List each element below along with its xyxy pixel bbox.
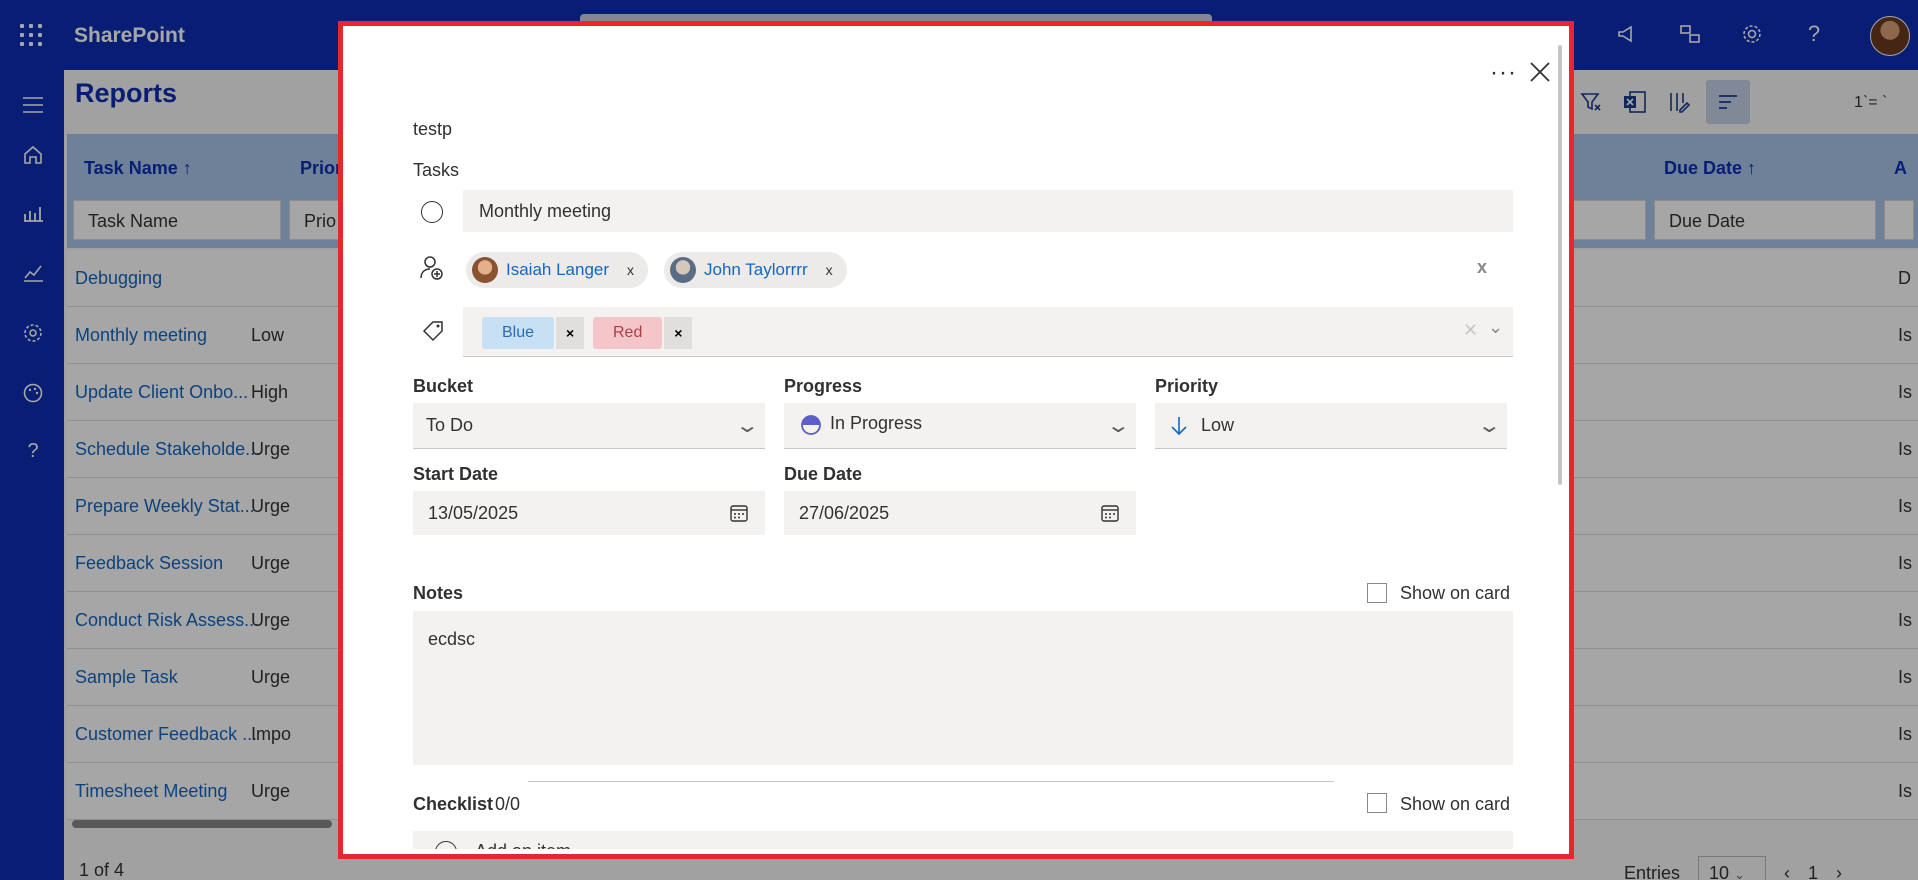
chevron-down-icon: ⌄: [1476, 415, 1502, 437]
task-title-field[interactable]: Monthly meeting: [463, 190, 1513, 232]
in-progress-icon: [800, 414, 822, 441]
assignee-chip[interactable]: John Taylorrrr x: [664, 252, 847, 288]
label-chip-blue[interactable]: Blue ×: [482, 317, 585, 349]
remove-assignee-button[interactable]: x: [627, 262, 634, 278]
notes-show-on-card-label: Show on card: [1400, 583, 1511, 603]
priority-dropdown[interactable]: Low ⌄: [1155, 403, 1507, 449]
clear-assignees-button[interactable]: x: [1477, 257, 1487, 278]
chevron-down-icon: ⌄: [1105, 415, 1131, 437]
complete-task-icon[interactable]: [421, 201, 443, 223]
notes-value: ecdsc: [428, 629, 476, 649]
assign-person-icon[interactable]: [420, 255, 444, 286]
bucket-value: To Do: [426, 415, 474, 435]
calendar-icon[interactable]: [1100, 503, 1120, 528]
start-date-value: 13/05/2025: [428, 503, 519, 523]
task-details-dialog-frame: ··· testp Tasks Monthly meeting Isaiah L…: [338, 21, 1574, 859]
priority-value: Low: [1201, 415, 1235, 435]
clear-labels-icon[interactable]: ✕: [1463, 320, 1478, 341]
tasks-label: Tasks: [413, 160, 460, 180]
label-chip-red[interactable]: Red ×: [593, 317, 693, 349]
notes-textarea[interactable]: ecdsc: [413, 611, 1513, 765]
checklist-show-on-card-checkbox[interactable]: [1367, 793, 1387, 813]
assignee-avatar: [670, 257, 696, 283]
chevron-down-icon: ⌄: [734, 415, 760, 437]
close-icon[interactable]: [1526, 61, 1554, 89]
plan-name: testp: [413, 119, 453, 139]
notes-show-on-card-checkbox[interactable]: [1367, 583, 1387, 603]
progress-label: Progress: [784, 376, 863, 396]
checklist-progress-line: [528, 781, 1334, 782]
start-date-label: Start Date: [413, 464, 499, 484]
assignee-chip[interactable]: Isaiah Langer x: [466, 252, 649, 288]
label-name: Blue: [482, 317, 555, 349]
bucket-dropdown[interactable]: To Do ⌄: [413, 403, 765, 449]
add-item-placeholder: Add an item: [475, 841, 571, 849]
progress-value: In Progress: [830, 413, 923, 433]
dialog-scrollbar[interactable]: [1558, 45, 1562, 485]
add-checklist-item-field[interactable]: Add an item: [413, 831, 1513, 849]
task-title-value: Monthly meeting: [479, 201, 612, 221]
due-date-picker[interactable]: 27/06/2025: [784, 491, 1136, 535]
calendar-icon[interactable]: [729, 503, 749, 528]
arrow-down-icon: [1169, 415, 1189, 442]
checklist-show-on-card-label: Show on card: [1400, 794, 1511, 814]
notes-label: Notes: [413, 583, 464, 603]
task-details-dialog: ··· testp Tasks Monthly meeting Isaiah L…: [348, 31, 1564, 849]
label-name: Red: [593, 317, 663, 349]
checklist-label: Checklist: [413, 794, 494, 814]
progress-dropdown[interactable]: In Progress ⌄: [784, 403, 1136, 449]
checklist-count: 0/0: [495, 794, 521, 814]
due-date-label: Due Date: [784, 464, 863, 484]
priority-label: Priority: [1155, 376, 1219, 396]
due-date-value: 27/06/2025: [799, 503, 890, 523]
checklist-item-circle-icon: [435, 841, 457, 849]
remove-label-button[interactable]: ×: [556, 317, 585, 349]
assignee-avatar: [472, 257, 498, 283]
assignee-name: Isaiah Langer: [506, 260, 610, 279]
chevron-down-icon[interactable]: ⌄: [1488, 317, 1503, 338]
start-date-picker[interactable]: 13/05/2025: [413, 491, 765, 535]
label-tag-icon: [421, 319, 445, 348]
remove-assignee-button[interactable]: x: [826, 262, 833, 278]
more-options-icon[interactable]: ···: [1490, 59, 1517, 87]
remove-label-button[interactable]: ×: [664, 317, 693, 349]
bucket-label: Bucket: [413, 376, 474, 396]
assignee-name: John Taylorrrr: [704, 260, 808, 279]
